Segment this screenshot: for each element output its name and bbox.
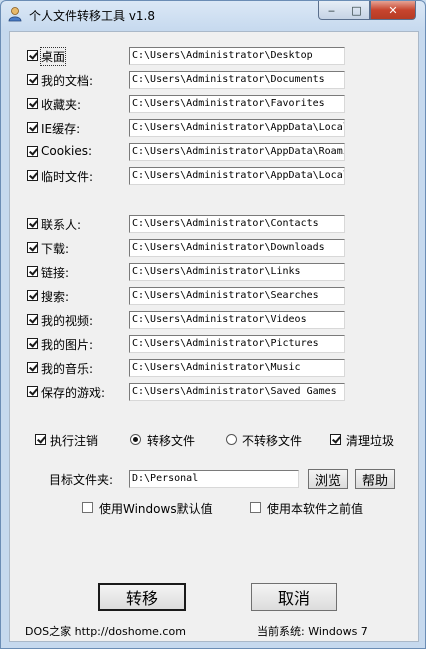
checkbox-contacts[interactable] xyxy=(27,218,38,229)
browse-button[interactable]: 浏览 xyxy=(308,469,348,489)
label-use-windows-default: 使用Windows默认值 xyxy=(99,502,213,516)
label-cleanup: 清理垃圾 xyxy=(346,434,395,448)
cancel-button[interactable]: 取消 xyxy=(251,583,337,611)
checkbox-searches[interactable] xyxy=(27,290,38,301)
path-ie-cache[interactable]: C:\Users\Administrator\AppData\Local xyxy=(129,119,345,137)
checkbox-music[interactable] xyxy=(27,362,38,373)
checkbox-temp-files[interactable] xyxy=(27,170,38,181)
radio-transfer[interactable] xyxy=(130,434,141,445)
path-searches[interactable]: C:\Users\Administrator\Searches xyxy=(129,287,345,305)
checkbox-pictures[interactable] xyxy=(27,338,38,349)
checkbox-cookies[interactable] xyxy=(27,146,38,157)
label-documents: 我的文档: xyxy=(41,74,94,88)
footer-system: 当前系统: Windows 7 xyxy=(257,625,368,638)
checkbox-favorites[interactable] xyxy=(27,98,38,109)
path-saved-games[interactable]: C:\Users\Administrator\Saved Games xyxy=(129,383,345,401)
checkbox-desktop[interactable] xyxy=(27,50,38,61)
path-documents[interactable]: C:\Users\Administrator\Documents xyxy=(129,71,345,89)
checkbox-documents[interactable] xyxy=(27,74,38,85)
footer-site: DOS之家 http://doshome.com xyxy=(25,625,186,638)
checkbox-saved-games[interactable] xyxy=(27,386,38,397)
app-user-icon xyxy=(8,7,22,22)
label-cookies: Cookies: xyxy=(41,144,93,158)
label-transfer: 转移文件 xyxy=(147,434,196,448)
checkbox-use-previous[interactable] xyxy=(250,502,261,513)
label-temp-files: 临时文件: xyxy=(41,170,94,184)
label-use-previous: 使用本软件之前值 xyxy=(267,502,364,516)
label-ie-cache: IE缓存: xyxy=(41,122,81,136)
title-bar[interactable]: 个人文件转移工具 v1.8 ‒ □ ✕ xyxy=(1,1,425,30)
maximize-button[interactable]: □ xyxy=(344,1,370,20)
target-folder-input[interactable]: D:\Personal xyxy=(129,470,299,488)
label-no-transfer: 不转移文件 xyxy=(242,434,303,448)
close-button[interactable]: ✕ xyxy=(370,1,416,20)
label-desktop: 桌面 xyxy=(39,47,67,66)
close-icon: ✕ xyxy=(388,3,398,17)
label-favorites: 收藏夹: xyxy=(41,98,82,112)
minimize-button[interactable]: ‒ xyxy=(318,1,345,20)
path-favorites[interactable]: C:\Users\Administrator\Favorites xyxy=(129,95,345,113)
label-contacts: 联系人: xyxy=(41,218,82,232)
window-title: 个人文件转移工具 v1.8 xyxy=(29,9,156,23)
label-videos: 我的视频: xyxy=(41,314,94,328)
checkbox-use-windows-default[interactable] xyxy=(82,502,93,513)
label-music: 我的音乐: xyxy=(41,362,94,376)
label-downloads: 下载: xyxy=(41,242,70,256)
radio-no-transfer[interactable] xyxy=(226,434,237,445)
checkbox-links[interactable] xyxy=(27,266,38,277)
checkbox-logoff[interactable] xyxy=(35,434,46,445)
label-pictures: 我的图片: xyxy=(41,338,94,352)
checkbox-videos[interactable] xyxy=(27,314,38,325)
maximize-icon: □ xyxy=(351,3,362,17)
label-saved-games: 保存的游戏: xyxy=(41,386,106,400)
checkbox-cleanup[interactable] xyxy=(330,434,341,445)
app-window: 个人文件转移工具 v1.8 ‒ □ ✕ 桌面 C:\Users\Administ… xyxy=(0,0,426,649)
checkbox-ie-cache[interactable] xyxy=(27,122,38,133)
label-searches: 搜索: xyxy=(41,290,70,304)
path-temp-files[interactable]: C:\Users\Administrator\AppData\Local xyxy=(129,167,345,185)
path-videos[interactable]: C:\Users\Administrator\Videos xyxy=(129,311,345,329)
label-target-folder: 目标文件夹: xyxy=(49,473,114,487)
path-desktop[interactable]: C:\Users\Administrator\Desktop xyxy=(129,47,345,65)
path-downloads[interactable]: C:\Users\Administrator\Downloads xyxy=(129,239,345,257)
path-cookies[interactable]: C:\Users\Administrator\AppData\Roami xyxy=(129,143,345,161)
transfer-button[interactable]: 转移 xyxy=(98,583,186,611)
dialog-body: 桌面 C:\Users\Administrator\Desktop 我的文档: … xyxy=(9,31,419,642)
help-button[interactable]: 帮助 xyxy=(355,469,395,489)
checkbox-downloads[interactable] xyxy=(27,242,38,253)
label-links: 链接: xyxy=(41,266,70,280)
path-links[interactable]: C:\Users\Administrator\Links xyxy=(129,263,345,281)
path-pictures[interactable]: C:\Users\Administrator\Pictures xyxy=(129,335,345,353)
label-logoff: 执行注销 xyxy=(50,434,99,448)
path-contacts[interactable]: C:\Users\Administrator\Contacts xyxy=(129,215,345,233)
minimize-icon: ‒ xyxy=(328,3,335,17)
path-music[interactable]: C:\Users\Administrator\Music xyxy=(129,359,345,377)
